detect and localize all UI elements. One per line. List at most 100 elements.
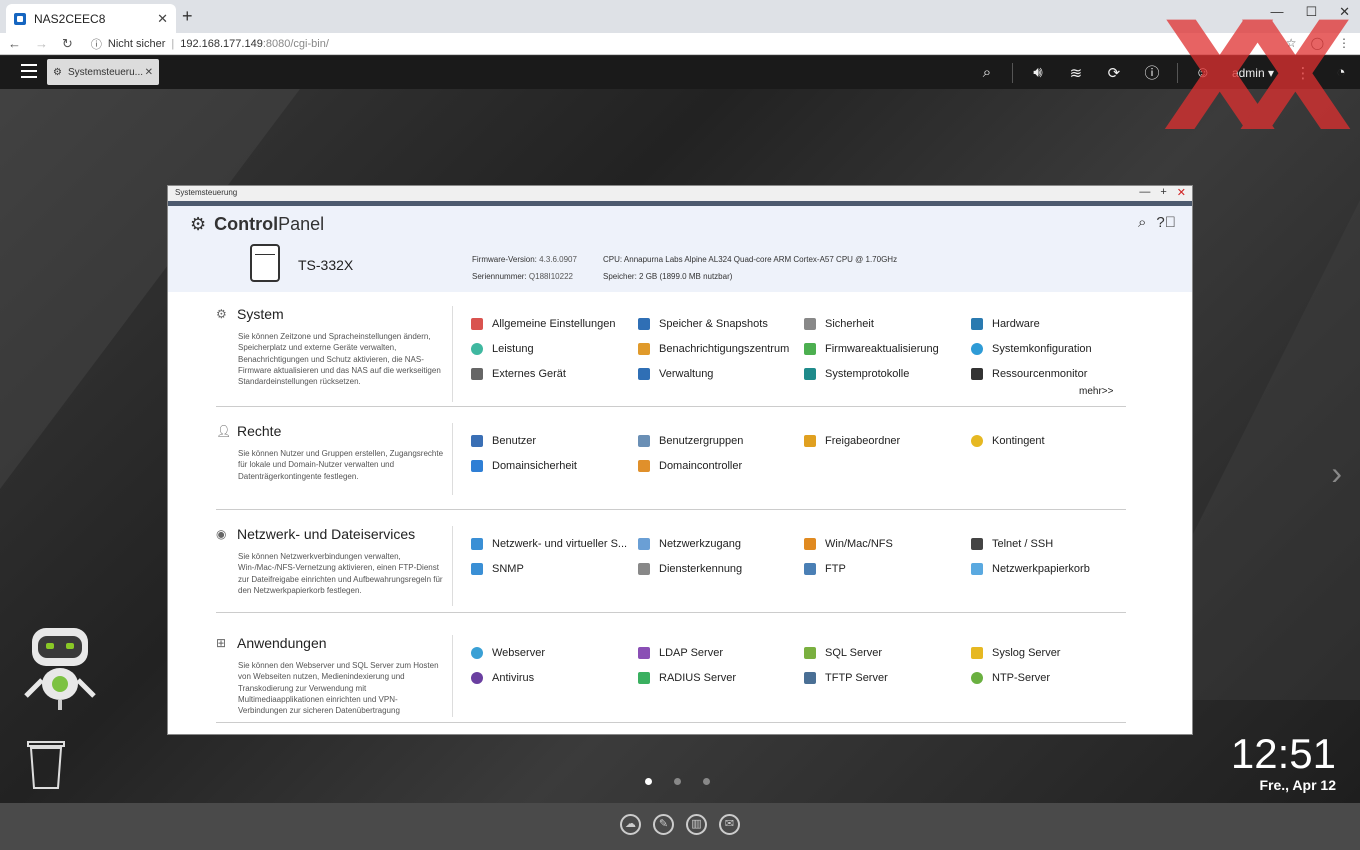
item-resource-monitor[interactable]: Ressourcenmonitor (971, 368, 1087, 380)
volume-icon[interactable]: 🔊︎ (1019, 64, 1057, 81)
serial-label: Seriennummer: (472, 272, 527, 281)
item-label: Win/Mac/NFS (825, 538, 893, 550)
firmware-icon (804, 343, 816, 355)
section-title[interactable]: Anwendungen (237, 635, 327, 651)
divider: | (171, 37, 175, 50)
page-dot[interactable] (645, 778, 652, 785)
globe-icon (471, 647, 483, 659)
reload-icon[interactable]: ↻ (62, 36, 73, 52)
books-icon[interactable]: ▥ (686, 814, 707, 835)
item-quota[interactable]: Kontingent (971, 435, 1045, 447)
item-label: LDAP Server (659, 647, 723, 659)
item-ntp-server[interactable]: NTP-Server (971, 672, 1050, 684)
item-tftp-server[interactable]: TFTP Server (804, 672, 888, 684)
item-radius-server[interactable]: RADIUS Server (638, 672, 736, 684)
ntp-icon (971, 672, 983, 684)
tools-icon[interactable]: ✎ (653, 814, 674, 835)
page-dot[interactable] (703, 778, 710, 785)
item-hardware[interactable]: Hardware (971, 318, 1040, 330)
browser-tab[interactable]: NAS2CEEC8 ✕ (6, 4, 176, 33)
more-link[interactable]: mehr>> (1079, 386, 1113, 397)
notification-icon (638, 343, 650, 355)
section-title[interactable]: Rechte (237, 423, 281, 439)
item-syslog-server[interactable]: Syslog Server (971, 647, 1060, 659)
radius-icon (638, 672, 650, 684)
item-domain-controller[interactable]: Domaincontroller (638, 460, 742, 472)
section-applications: ⊞ Anwendungen Sie können den Webserver un… (216, 635, 1126, 723)
feedback-icon[interactable]: ✉ (719, 814, 740, 835)
close-icon[interactable]: ✕ (145, 67, 153, 78)
item-label: FTP (825, 563, 846, 575)
main-menu-icon[interactable] (21, 64, 37, 78)
item-label: Speicher & Snapshots (659, 318, 768, 330)
page-dot[interactable] (674, 778, 681, 785)
close-icon[interactable]: ✕ (1177, 186, 1186, 199)
nas-device-icon (250, 244, 280, 282)
item-network-access[interactable]: Netzwerkzugang (638, 538, 741, 550)
maximize-icon[interactable]: + (1160, 186, 1166, 199)
laptop-icon (471, 368, 483, 380)
item-snmp[interactable]: SNMP (471, 563, 524, 575)
cpu-value: Annapurna Labs Alpine AL324 Quad-core AR… (623, 255, 898, 264)
help-icon[interactable]: ?⃝ (1156, 214, 1176, 231)
myqnapcloud-icon[interactable]: ☁ (620, 814, 641, 835)
next-page-arrow-icon[interactable]: › (1331, 455, 1342, 492)
item-system-config[interactable]: Systemkonfiguration (971, 343, 1092, 355)
item-win-mac-nfs[interactable]: Win/Mac/NFS (804, 538, 893, 550)
item-shared-folders[interactable]: Freigabeordner (804, 435, 900, 447)
item-service-discovery[interactable]: Diensterkennung (638, 563, 742, 575)
item-storage-snapshots[interactable]: Speicher & Snapshots (638, 318, 768, 330)
item-system-logs[interactable]: Systemprotokolle (804, 368, 909, 380)
item-security[interactable]: Sicherheit (804, 318, 874, 330)
storage-icon (638, 318, 650, 330)
minimize-icon[interactable]: — (1139, 186, 1150, 199)
close-tab-icon[interactable]: ✕ (157, 11, 168, 27)
item-users[interactable]: Benutzer (471, 435, 536, 447)
apps-icon: ⊞ (216, 636, 227, 650)
item-notification-center[interactable]: Benachrichtigungszentrum (638, 343, 789, 355)
info-icon[interactable]: ⓘ (91, 36, 102, 52)
search-icon[interactable]: ⌕ (968, 64, 1006, 81)
item-network-switch[interactable]: Netzwerk- und virtueller S... (471, 538, 627, 550)
back-icon[interactable]: ← (8, 36, 21, 52)
window-titlebar[interactable]: Systemsteuerung — + ✕ (168, 186, 1192, 201)
item-label: Telnet / SSH (992, 538, 1054, 550)
new-tab-button[interactable]: + (182, 6, 193, 27)
item-ftp[interactable]: FTP (804, 563, 846, 575)
sync-icon[interactable]: ⟳ (1095, 64, 1133, 82)
section-description: Sie können Nutzer und Gruppen erstellen,… (238, 449, 444, 481)
item-telnet-ssh[interactable]: Telnet / SSH (971, 538, 1053, 550)
section-title[interactable]: Netzwerk- und Dateiservices (237, 526, 415, 542)
database-icon (804, 647, 816, 659)
item-external-device[interactable]: Externes Gerät (471, 368, 566, 380)
taskbar-item-control-panel[interactable]: ⚙ Systemsteueru... ✕ (47, 59, 159, 85)
item-ldap-server[interactable]: LDAP Server (638, 647, 723, 659)
discovery-icon (638, 563, 650, 575)
item-domain-security[interactable]: Domainsicherheit (471, 460, 577, 472)
forward-icon[interactable]: → (35, 36, 48, 52)
item-general-settings[interactable]: Allgemeine Einstellungen (471, 318, 616, 330)
item-label: Antivirus (492, 672, 535, 684)
search-icon[interactable]: ⌕ (1138, 214, 1146, 231)
window-title: Systemsteuerung (175, 188, 238, 197)
item-antivirus[interactable]: Antivirus (471, 672, 534, 684)
watermark-logo: XX (1162, 0, 1353, 165)
item-user-groups[interactable]: Benutzergruppen (638, 435, 743, 447)
trash-icon[interactable] (26, 738, 66, 790)
item-firmware-update[interactable]: Firmwareaktualisierung (804, 343, 939, 355)
section-title[interactable]: System (237, 306, 284, 322)
item-administration[interactable]: Verwaltung (638, 368, 713, 380)
item-power[interactable]: Leistung (471, 343, 534, 355)
item-network-recycle-bin[interactable]: Netzwerkpapierkorb (971, 563, 1090, 575)
item-sql-server[interactable]: SQL Server (804, 647, 882, 659)
item-label: Sicherheit (825, 318, 874, 330)
item-webserver[interactable]: Webserver (471, 647, 545, 659)
hardware-info: CPU: Annapurna Labs Alpine AL324 Quad-co… (603, 251, 897, 285)
item-label: Domainsicherheit (492, 460, 577, 472)
folder-icon (804, 435, 816, 447)
helpdesk-robot-icon[interactable] (22, 626, 98, 712)
background-tasks-icon[interactable]: ≋ (1057, 64, 1095, 82)
item-label: Verwaltung (659, 368, 714, 380)
section-description: Sie können Netzwerkverbindungen verwalte… (238, 552, 443, 595)
url-field[interactable]: 192.168.177.149:8080/cgi-bin/ (180, 38, 329, 50)
